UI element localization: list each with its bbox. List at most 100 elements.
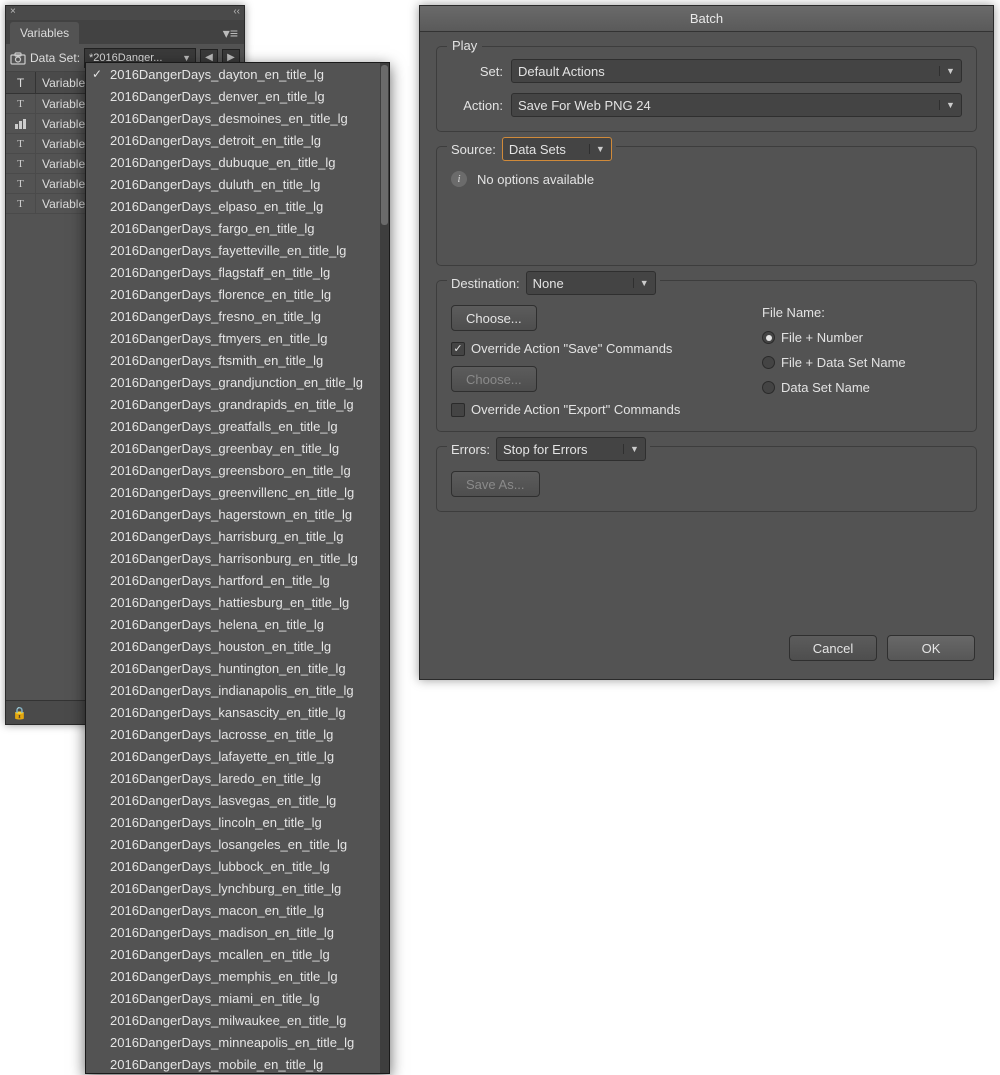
filename-label: File Name: (762, 305, 962, 320)
text-icon: T (6, 174, 36, 193)
dataset-dropdown[interactable]: 2016DangerDays_dayton_en_title_lg2016Dan… (85, 62, 390, 1074)
dataset-option[interactable]: 2016DangerDays_madison_en_title_lg (86, 921, 389, 943)
filename-option-label: File + Number (781, 330, 863, 345)
radio-icon (762, 331, 775, 344)
action-combo[interactable]: Save For Web PNG 24 ▼ (511, 93, 962, 117)
dataset-option[interactable]: 2016DangerDays_miami_en_title_lg (86, 987, 389, 1009)
dataset-option[interactable]: 2016DangerDays_hattiesburg_en_title_lg (86, 591, 389, 613)
dataset-option[interactable]: 2016DangerDays_duluth_en_title_lg (86, 173, 389, 195)
override-save-checkbox[interactable]: Override Action "Save" Commands (451, 341, 762, 356)
text-icon: T (6, 154, 36, 173)
dataset-option[interactable]: 2016DangerDays_dubuque_en_title_lg (86, 151, 389, 173)
destination-combo[interactable]: None ▼ (526, 271, 656, 295)
lock-icon[interactable]: 🔒 (12, 706, 27, 720)
dataset-option[interactable]: 2016DangerDays_kansascity_en_title_lg (86, 701, 389, 723)
filename-radio[interactable]: Data Set Name (762, 380, 962, 395)
set-combo[interactable]: Default Actions ▼ (511, 59, 962, 83)
radio-icon (762, 381, 775, 394)
dataset-option[interactable]: 2016DangerDays_florence_en_title_lg (86, 283, 389, 305)
dataset-option[interactable]: 2016DangerDays_houston_en_title_lg (86, 635, 389, 657)
dataset-option[interactable]: 2016DangerDays_mobile_en_title_lg (86, 1053, 389, 1074)
radio-icon (762, 356, 775, 369)
override-export-checkbox[interactable]: Override Action "Export" Commands (451, 402, 762, 417)
dataset-option[interactable]: 2016DangerDays_fargo_en_title_lg (86, 217, 389, 239)
dataset-option[interactable]: 2016DangerDays_helena_en_title_lg (86, 613, 389, 635)
tab-variables[interactable]: Variables (10, 22, 79, 44)
dataset-option[interactable]: 2016DangerDays_flagstaff_en_title_lg (86, 261, 389, 283)
source-group: Source: Data Sets ▼ i No options availab… (436, 146, 977, 266)
chevron-down-icon: ▼ (939, 66, 955, 76)
dataset-option[interactable]: 2016DangerDays_ftmyers_en_title_lg (86, 327, 389, 349)
type-column-header: T (6, 72, 36, 93)
dataset-option[interactable]: 2016DangerDays_grandjunction_en_title_lg (86, 371, 389, 393)
no-options-text: No options available (477, 172, 594, 187)
dataset-option[interactable]: 2016DangerDays_memphis_en_title_lg (86, 965, 389, 987)
checkbox-icon (451, 342, 465, 356)
destination-group: Destination: None ▼ Choose... Override A… (436, 280, 977, 432)
dataset-option[interactable]: 2016DangerDays_dayton_en_title_lg (86, 63, 389, 85)
destination-label: Destination: (451, 276, 520, 291)
dataset-option[interactable]: 2016DangerDays_detroit_en_title_lg (86, 129, 389, 151)
panel-menu-icon[interactable]: ▾≡ (217, 23, 244, 44)
dataset-option[interactable]: 2016DangerDays_lubbock_en_title_lg (86, 855, 389, 877)
dataset-option[interactable]: 2016DangerDays_denver_en_title_lg (86, 85, 389, 107)
dataset-option[interactable]: 2016DangerDays_fayetteville_en_title_lg (86, 239, 389, 261)
dialog-title: Batch (420, 6, 993, 32)
dataset-option[interactable]: 2016DangerDays_ftsmith_en_title_lg (86, 349, 389, 371)
dataset-option[interactable]: 2016DangerDays_greatfalls_en_title_lg (86, 415, 389, 437)
dataset-option[interactable]: 2016DangerDays_huntington_en_title_lg (86, 657, 389, 679)
dataset-option[interactable]: 2016DangerDays_indianapolis_en_title_lg (86, 679, 389, 701)
chevron-down-icon: ▼ (589, 144, 605, 154)
destination-value: None (533, 276, 633, 291)
action-value: Save For Web PNG 24 (518, 98, 939, 113)
text-icon: T (6, 194, 36, 213)
choose-dest-button[interactable]: Choose... (451, 305, 537, 331)
close-icon[interactable]: × (10, 6, 16, 20)
checkbox-icon (451, 403, 465, 417)
dataset-option[interactable]: 2016DangerDays_fresno_en_title_lg (86, 305, 389, 327)
info-icon: i (451, 171, 467, 187)
dataset-option[interactable]: 2016DangerDays_milwaukee_en_title_lg (86, 1009, 389, 1031)
dataset-option[interactable]: 2016DangerDays_mcallen_en_title_lg (86, 943, 389, 965)
chevron-down-icon: ▼ (182, 53, 191, 63)
dataset-option[interactable]: 2016DangerDays_lynchburg_en_title_lg (86, 877, 389, 899)
dataset-option[interactable]: 2016DangerDays_grandrapids_en_title_lg (86, 393, 389, 415)
filename-option-label: File + Data Set Name (781, 355, 906, 370)
ok-button[interactable]: OK (887, 635, 975, 661)
panel-tab-row: Variables ▾≡ (6, 20, 244, 44)
action-label: Action: (451, 98, 503, 113)
dataset-option[interactable]: 2016DangerDays_minneapolis_en_title_lg (86, 1031, 389, 1053)
collapse-icon[interactable]: ‹‹ (233, 6, 240, 20)
dataset-label: Data Set: (30, 51, 80, 65)
dataset-option[interactable]: 2016DangerDays_lincoln_en_title_lg (86, 811, 389, 833)
dataset-option[interactable]: 2016DangerDays_greensboro_en_title_lg (86, 459, 389, 481)
chevron-down-icon: ▼ (939, 100, 955, 110)
dataset-option[interactable]: 2016DangerDays_harrisonburg_en_title_lg (86, 547, 389, 569)
errors-combo[interactable]: Stop for Errors ▼ (496, 437, 646, 461)
play-legend: Play (447, 38, 482, 53)
dataset-option[interactable]: 2016DangerDays_desmoines_en_title_lg (86, 107, 389, 129)
scrollbar-thumb[interactable] (381, 65, 388, 225)
dataset-option[interactable]: 2016DangerDays_lafayette_en_title_lg (86, 745, 389, 767)
dataset-option[interactable]: 2016DangerDays_losangeles_en_title_lg (86, 833, 389, 855)
dataset-option[interactable]: 2016DangerDays_greenbay_en_title_lg (86, 437, 389, 459)
dataset-option[interactable]: 2016DangerDays_lacrosse_en_title_lg (86, 723, 389, 745)
filename-column: File Name: File + Number File + Data Set … (762, 305, 962, 417)
dataset-option[interactable]: 2016DangerDays_lasvegas_en_title_lg (86, 789, 389, 811)
filename-radio[interactable]: File + Number (762, 330, 962, 345)
dropdown-scrollbar[interactable] (380, 63, 389, 1073)
dataset-option[interactable]: 2016DangerDays_macon_en_title_lg (86, 899, 389, 921)
dataset-option[interactable]: 2016DangerDays_harrisburg_en_title_lg (86, 525, 389, 547)
play-group: Play Set: Default Actions ▼ Action: Save… (436, 46, 977, 132)
dataset-option[interactable]: 2016DangerDays_hagerstown_en_title_lg (86, 503, 389, 525)
dataset-option[interactable]: 2016DangerDays_hartford_en_title_lg (86, 569, 389, 591)
dataset-option[interactable]: 2016DangerDays_elpaso_en_title_lg (86, 195, 389, 217)
set-value: Default Actions (518, 64, 939, 79)
filename-option-label: Data Set Name (781, 380, 870, 395)
camera-icon[interactable] (10, 51, 26, 65)
dataset-option[interactable]: 2016DangerDays_greenvillenc_en_title_lg (86, 481, 389, 503)
dataset-option[interactable]: 2016DangerDays_laredo_en_title_lg (86, 767, 389, 789)
source-combo[interactable]: Data Sets ▼ (502, 137, 612, 161)
cancel-button[interactable]: Cancel (789, 635, 877, 661)
filename-radio[interactable]: File + Data Set Name (762, 355, 962, 370)
